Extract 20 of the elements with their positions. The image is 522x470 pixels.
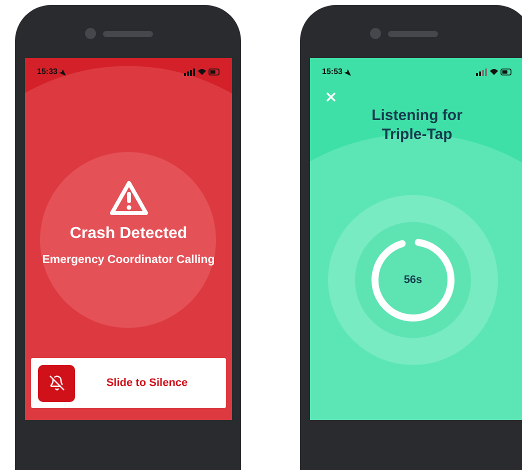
- status-icons: [184, 68, 220, 76]
- listening-title: Listening for Triple-Tap: [370, 106, 464, 144]
- warning-icon: [108, 180, 148, 216]
- status-time: 15:53: [322, 66, 342, 78]
- slide-to-silence-slider[interactable]: Slide to Silence: [31, 358, 226, 408]
- slider-handle[interactable]: [38, 364, 75, 402]
- alert-subtitle: Emergency Coordinator Calling: [42, 253, 215, 268]
- status-icons: [476, 68, 512, 76]
- alert-title: Crash Detected: [70, 224, 188, 244]
- front-camera: [370, 28, 381, 39]
- location-arrow-icon: [344, 68, 352, 76]
- slider-label: Slide to Silence: [105, 376, 189, 391]
- timer-label: 56s: [404, 272, 422, 288]
- speaker-grille: [103, 31, 153, 37]
- status-time: 15:33: [37, 66, 58, 78]
- bell-off-icon: [48, 375, 64, 391]
- speaker-grille: [388, 31, 438, 37]
- front-camera: [85, 28, 96, 39]
- location-arrow-icon: [59, 68, 66, 76]
- close-icon: [324, 90, 338, 104]
